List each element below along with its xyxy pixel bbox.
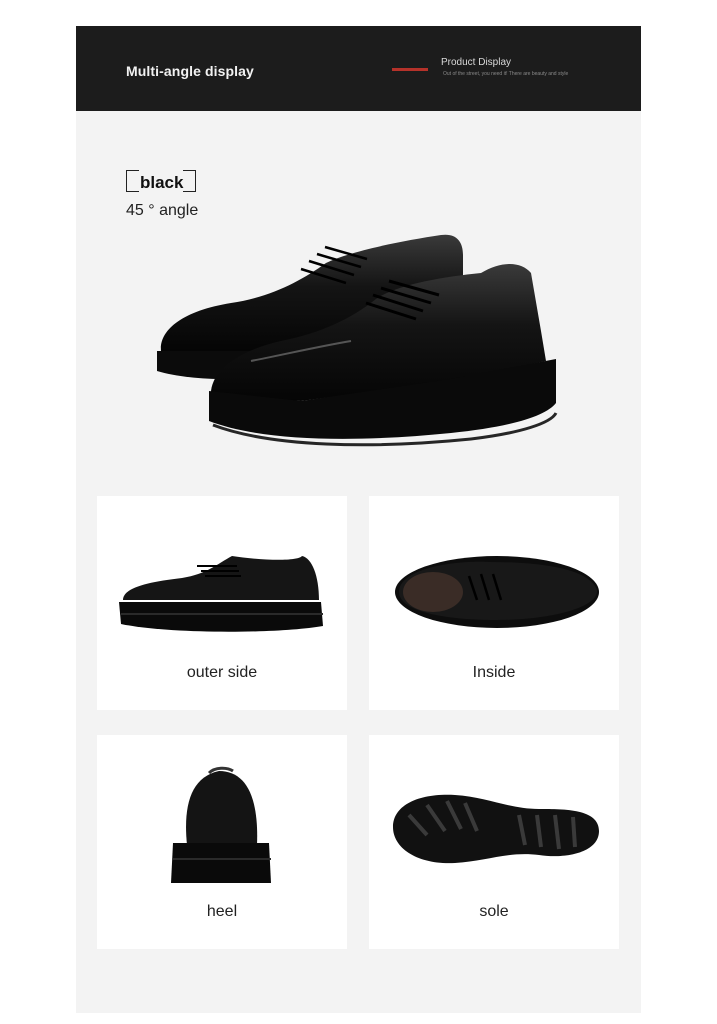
- product-display-label: Product Display: [441, 57, 512, 68]
- view-card-outer-side: outer side: [97, 496, 347, 710]
- view-card-sole: sole: [369, 735, 619, 949]
- sole-shoe-image: [393, 794, 599, 864]
- heel-shoe-image: [171, 766, 271, 883]
- view-label: heel: [206, 903, 238, 920]
- header-banner: Multi-angle display Product Display Out …: [76, 26, 641, 111]
- bracket-right: [183, 170, 196, 192]
- bracket-left: [126, 170, 139, 192]
- hero-shoe-pair-image: [157, 234, 558, 447]
- section-title: Multi-angle display: [126, 63, 254, 79]
- view-label: Inside: [472, 664, 516, 681]
- accent-line: [392, 68, 428, 71]
- view-card-heel: heel: [97, 735, 347, 949]
- tagline: Out of the street, you need it! There ar…: [443, 71, 569, 77]
- view-label: outer side: [186, 664, 258, 681]
- product-detail-panel: Multi-angle display Product Display Out …: [76, 26, 641, 1013]
- outer-side-shoe-image: [119, 556, 323, 632]
- inside-shoe-image: [395, 556, 599, 628]
- view-card-inside: Inside: [369, 496, 619, 710]
- view-label: sole: [479, 903, 509, 920]
- color-text: black: [140, 173, 184, 192]
